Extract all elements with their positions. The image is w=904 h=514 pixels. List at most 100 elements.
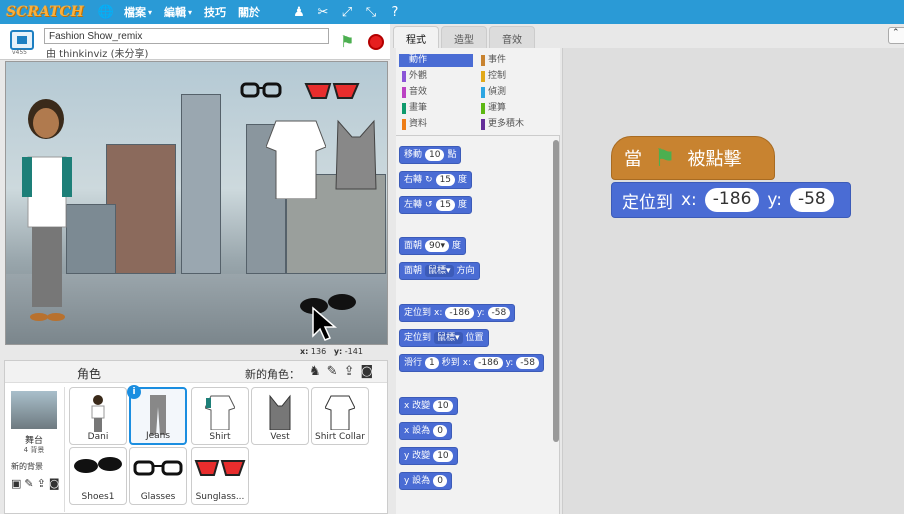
camera-icon[interactable]: ◙ bbox=[49, 477, 60, 490]
block-input[interactable]: 0 bbox=[433, 425, 447, 437]
category-pen[interactable]: 畫筆 bbox=[399, 102, 473, 115]
category-sound[interactable]: 音效 bbox=[399, 86, 473, 99]
version-label: v455 bbox=[12, 49, 28, 56]
shirt-sprite[interactable] bbox=[266, 117, 326, 199]
sprite-tile-shirt-collar[interactable]: Shirt Collar bbox=[311, 387, 369, 445]
block-input[interactable]: -186 bbox=[445, 307, 474, 319]
chevron-down-icon: ▾ bbox=[187, 7, 192, 17]
block-input[interactable]: -58 bbox=[516, 357, 539, 369]
block-change-x[interactable]: x 改變 10 bbox=[399, 397, 458, 415]
block-input[interactable]: 10 bbox=[425, 149, 445, 161]
jeans-icon bbox=[150, 395, 166, 435]
sunglasses-sprite[interactable] bbox=[304, 80, 360, 102]
scripts-area[interactable]: 當 ⚑ 被點擊 定位到 x: -186 y: -58 bbox=[562, 48, 904, 514]
sprite-tile-jeans[interactable]: i Jeans bbox=[127, 385, 187, 445]
tab-scripts[interactable]: 程式 bbox=[393, 26, 439, 48]
block-move[interactable]: 移動 10 點 bbox=[399, 146, 462, 164]
stage-backdrop-thumb bbox=[11, 391, 57, 429]
cut-icon[interactable]: ✂ bbox=[316, 5, 330, 20]
block-text: y 設為 bbox=[404, 476, 431, 486]
block-goto[interactable]: 定位到 鼠標▾ 位置 bbox=[399, 329, 489, 347]
menu-bar: SCRATCH 🌐 檔案 ▾ 編輯 ▾ 技巧 關於 ♟ ✂ ⤢ ⤡ ? bbox=[0, 0, 904, 24]
editor-tabs: 程式 造型 音效 bbox=[393, 24, 904, 48]
green-flag-icon[interactable]: ⚑ bbox=[340, 32, 354, 51]
stage-thumbnail[interactable]: 舞台 4 背景 新的背景 ▣ ✎ ⇪ ◙ bbox=[7, 387, 65, 512]
upload-icon[interactable]: ⇪ bbox=[37, 477, 46, 490]
x-input[interactable]: -186 bbox=[704, 188, 760, 212]
stage-canvas[interactable] bbox=[5, 61, 388, 345]
block-turn-right[interactable]: 右轉 ↻ 15 度 bbox=[399, 171, 473, 189]
dani-sprite[interactable] bbox=[14, 97, 78, 327]
sprite-tile-vest[interactable]: Vest bbox=[251, 387, 309, 445]
sprite-tile-dani[interactable]: Dani bbox=[69, 387, 127, 445]
vest-sprite[interactable] bbox=[334, 117, 378, 192]
block-input[interactable]: -186 bbox=[474, 357, 503, 369]
menu-about[interactable]: 關於 bbox=[238, 4, 260, 20]
backdrop-library-icon[interactable]: ▣ bbox=[11, 477, 21, 490]
block-input[interactable]: 10 bbox=[433, 400, 453, 412]
block-input[interactable]: 0 bbox=[433, 475, 447, 487]
sprite-label: Vest bbox=[270, 432, 290, 442]
category-control[interactable]: 控制 bbox=[478, 70, 552, 83]
upload-icon[interactable]: ⇪ bbox=[344, 364, 355, 379]
block-input[interactable]: 15 bbox=[435, 174, 456, 186]
coord-y-label: y: bbox=[333, 347, 343, 356]
when-flag-clicked-block[interactable]: 當 ⚑ 被點擊 bbox=[611, 136, 775, 180]
camera-icon[interactable]: ◙ bbox=[360, 364, 373, 379]
block-input[interactable]: 15 bbox=[435, 199, 456, 211]
paint-brush-icon[interactable]: ✎ bbox=[24, 477, 33, 490]
block-point-direction[interactable]: 面朝 90▾ 度 bbox=[399, 237, 467, 255]
category-more-blocks[interactable]: 更多積木 bbox=[478, 118, 552, 131]
block-glide[interactable]: 滑行 1 秒到 x: -186 y: -58 bbox=[399, 354, 544, 372]
category-sensing[interactable]: 偵測 bbox=[478, 86, 552, 99]
backdrop-count: 4 背景 bbox=[23, 446, 45, 454]
duplicate-icon[interactable]: ♟ bbox=[292, 5, 306, 20]
block-text: 移動 bbox=[404, 150, 423, 160]
category-looks[interactable]: 外觀 bbox=[399, 70, 473, 83]
block-set-y[interactable]: y 設為 0 bbox=[399, 472, 452, 490]
project-title-input[interactable] bbox=[44, 28, 329, 44]
grow-icon[interactable]: ⤢ bbox=[340, 5, 354, 20]
block-input[interactable]: -58 bbox=[487, 307, 511, 319]
sprite-library-icon[interactable]: ♞ bbox=[309, 364, 321, 379]
glasses-sprite[interactable] bbox=[238, 80, 286, 100]
category-data[interactable]: 資料 bbox=[399, 118, 473, 131]
coord-y: -141 bbox=[344, 347, 363, 356]
block-change-y[interactable]: y 改變 10 bbox=[399, 447, 458, 465]
block-text: 度 bbox=[452, 241, 462, 251]
sprite-tile-shoes1[interactable]: Shoes1 bbox=[69, 447, 127, 505]
new-sprite-tools: ♞ ✎ ⇪ ◙ bbox=[309, 364, 373, 379]
shrink-icon[interactable]: ⤡ bbox=[364, 5, 378, 20]
block-turn-left[interactable]: 左轉 ↺ 15 度 bbox=[399, 196, 473, 214]
sprite-tile-shirt[interactable]: Shirt bbox=[191, 387, 249, 445]
tab-sounds[interactable]: 音效 bbox=[489, 26, 535, 48]
globe-icon[interactable]: 🌐 bbox=[98, 5, 114, 20]
stop-icon[interactable] bbox=[368, 34, 384, 50]
block-dropdown[interactable]: 鼠標▾ bbox=[434, 332, 463, 344]
info-icon[interactable]: i bbox=[127, 385, 141, 399]
category-motion[interactable]: 動作 bbox=[399, 54, 473, 67]
clean-up-button[interactable]: ⌃ bbox=[888, 27, 904, 44]
block-point-towards[interactable]: 面朝 鼠標▾ 方向 bbox=[399, 262, 480, 280]
category-events[interactable]: 事件 bbox=[478, 54, 552, 67]
paint-brush-icon[interactable]: ✎ bbox=[327, 364, 338, 379]
block-dropdown[interactable]: 鼠標▾ bbox=[425, 265, 454, 277]
presentation-mode-icon[interactable] bbox=[10, 30, 34, 50]
menu-tips[interactable]: 技巧 bbox=[204, 4, 226, 20]
palette-scrollbar[interactable] bbox=[553, 140, 559, 442]
block-input[interactable]: 1 bbox=[425, 357, 439, 369]
tab-costumes[interactable]: 造型 bbox=[441, 26, 487, 48]
goto-xy-block[interactable]: 定位到 x: -186 y: -58 bbox=[611, 182, 851, 218]
menu-edit[interactable]: 編輯 ▾ bbox=[164, 4, 192, 20]
scratch-logo[interactable]: SCRATCH bbox=[6, 4, 84, 20]
y-input[interactable]: -58 bbox=[789, 188, 834, 212]
block-goto-xy[interactable]: 定位到 x: -186 y: -58 bbox=[399, 304, 516, 322]
sprite-tile-glasses[interactable]: Glasses bbox=[129, 447, 187, 505]
help-icon[interactable]: ? bbox=[388, 5, 402, 20]
sprite-tile-sunglasses[interactable]: Sunglass... bbox=[191, 447, 249, 505]
menu-file[interactable]: 檔案 ▾ bbox=[124, 4, 152, 20]
category-operators[interactable]: 運算 bbox=[478, 102, 552, 115]
block-input[interactable]: 90▾ bbox=[425, 240, 449, 252]
block-set-x[interactable]: x 設為 0 bbox=[399, 422, 452, 440]
block-input[interactable]: 10 bbox=[433, 450, 453, 462]
